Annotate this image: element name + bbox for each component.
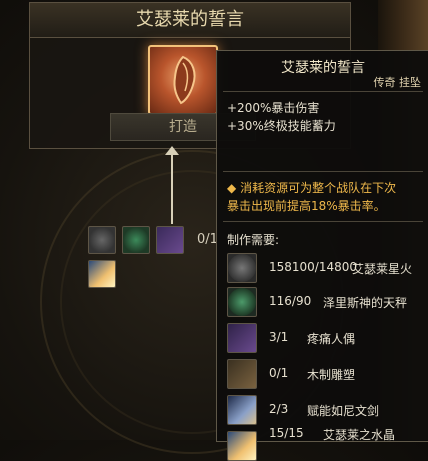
effect-line: 暴击出现前提高18%暴击率。 — [227, 199, 386, 213]
material-name: 艾瑟莱之水晶 — [323, 428, 396, 442]
connector-line — [171, 152, 173, 224]
material-name: 赋能如尼文剑 — [307, 404, 380, 418]
wood-carving-icon — [227, 359, 257, 389]
material-row[interactable]: 3/1 疼痛人偶 — [227, 323, 425, 353]
rarity-label: 传奇 挂坠 — [373, 76, 422, 89]
material-count: 15/15 — [269, 426, 304, 440]
item-tooltip: 艾瑟莱的誓言 传奇 挂坠 +200%暴击伤害 +30%终极技能蓄力 ◆ 消耗资源… — [216, 50, 428, 461]
material-row[interactable]: 2/3 赋能如尼文剑 — [227, 395, 425, 425]
material-count: 2/3 — [269, 402, 289, 416]
material-count: 0/1 — [269, 366, 289, 380]
item-title: 艾瑟莱的誓言 — [30, 3, 350, 38]
divider — [223, 91, 423, 92]
purple-doll-icon[interactable] — [156, 226, 184, 254]
material-count: 158100/14800 — [269, 260, 358, 274]
crystal-icon — [227, 431, 257, 461]
material-count: 3/1 — [269, 330, 289, 344]
purple-doll-icon — [227, 323, 257, 353]
material-name: 木制雕塑 — [307, 368, 356, 382]
green-rune-orb-icon — [227, 287, 257, 317]
ingredient-count: 0/1 — [197, 232, 218, 247]
stat-line: +200%暴击伤害 — [227, 101, 320, 115]
material-row[interactable]: 116/90 泽里斯神的天秤 — [227, 287, 425, 317]
material-row[interactable]: 0/1 木制雕塑 — [227, 359, 425, 389]
effect-line: 消耗资源可为整个战队在下次 — [240, 181, 397, 195]
grey-rune-orb-icon — [227, 253, 257, 283]
stat-line: +30%终极技能蓄力 — [227, 119, 336, 133]
material-name: 艾瑟莱星火 — [352, 262, 413, 276]
requirements-label: 制作需要: — [227, 233, 280, 247]
material-name: 疼痛人偶 — [307, 332, 356, 346]
material-count: 116/90 — [269, 294, 312, 308]
rune-sword-icon — [227, 395, 257, 425]
divider — [223, 171, 423, 172]
diamond-bullet-icon: ◆ — [227, 181, 237, 195]
material-name: 泽里斯神的天秤 — [323, 296, 408, 310]
effect-description: ◆ 消耗资源可为整个战队在下次 暴击出现前提高18%暴击率。 — [227, 179, 422, 215]
amulet-item-icon[interactable] — [148, 45, 218, 115]
material-row[interactable]: 158100/14800 艾瑟莱星火 — [227, 253, 425, 283]
crystal-icon[interactable] — [88, 260, 116, 288]
grey-rune-orb-icon[interactable] — [88, 226, 116, 254]
green-rune-orb-icon[interactable] — [122, 226, 150, 254]
divider — [223, 221, 423, 222]
